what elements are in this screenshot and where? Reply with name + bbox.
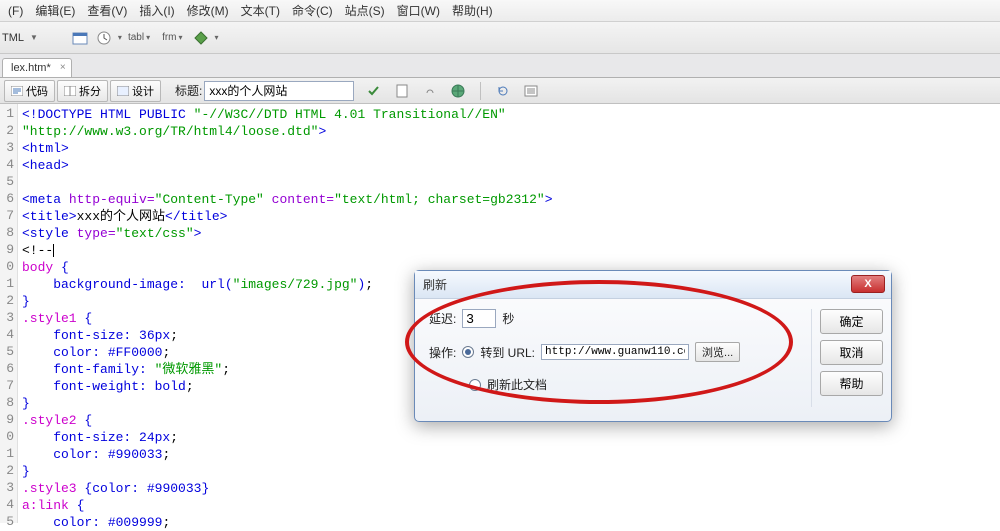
page-title-input[interactable]	[204, 81, 354, 101]
chevron-down-icon[interactable]: ▾	[215, 33, 219, 42]
dialog-titlebar[interactable]: 刷新	[415, 271, 891, 299]
goto-url-radio[interactable]	[462, 346, 474, 358]
seconds-label: 秒	[502, 310, 514, 327]
close-icon[interactable]: ×	[60, 62, 66, 73]
help-button[interactable]: 帮助	[820, 371, 883, 396]
globe-icon[interactable]	[449, 82, 467, 100]
menu-modify[interactable]: 修改(M)	[181, 2, 235, 19]
chevron-down-icon[interactable]: ▾	[118, 33, 122, 42]
chevron-down-icon[interactable]: ▼	[30, 33, 38, 42]
clock-icon[interactable]	[95, 29, 113, 47]
delay-input[interactable]	[462, 309, 496, 328]
refresh-dialog: 刷新 X 延迟: 秒 操作: 转到 URL: 浏览... 刷新此文档 确定	[414, 270, 892, 422]
design-view-button[interactable]: 设计	[110, 80, 161, 102]
browse-button[interactable]: 浏览...	[695, 342, 740, 362]
close-button[interactable]: X	[851, 275, 885, 293]
action-label: 操作:	[429, 344, 456, 361]
table-dropdown[interactable]: tabl▾	[128, 32, 150, 43]
menu-file[interactable]: (F)	[2, 4, 29, 18]
refresh-doc-radio[interactable]	[469, 379, 481, 391]
menu-commands[interactable]: 命令(C)	[286, 2, 339, 19]
tab-filename: lex.htm*	[11, 62, 51, 74]
menu-help[interactable]: 帮助(H)	[446, 2, 499, 19]
menu-bar: (F) 编辑(E) 查看(V) 插入(I) 修改(M) 文本(T) 命令(C) …	[0, 0, 1000, 22]
title-label: 标题:	[175, 82, 202, 99]
frame-dropdown[interactable]: frm▾	[162, 32, 182, 43]
insert-toolbar: TML ▼ ▾ tabl▾ frm▾ ▾	[0, 22, 1000, 54]
menu-edit[interactable]: 编辑(E)	[29, 2, 81, 19]
refresh-doc-label: 刷新此文档	[487, 376, 547, 393]
document-tabs: lex.htm* ×	[0, 54, 1000, 78]
goto-url-label: 转到 URL:	[480, 344, 535, 361]
calendar-icon[interactable]	[71, 29, 89, 47]
split-view-button[interactable]: 拆分	[57, 80, 108, 102]
delay-label: 延迟:	[429, 310, 456, 327]
refresh-icon[interactable]	[494, 82, 512, 100]
check-icon[interactable]	[365, 82, 383, 100]
menu-insert[interactable]: 插入(I)	[133, 2, 180, 19]
toolbar-category-label: TML	[2, 32, 24, 44]
separator	[480, 82, 481, 100]
close-icon: X	[864, 278, 871, 290]
code-view-button[interactable]: 代码	[4, 80, 55, 102]
link-icon[interactable]	[421, 82, 439, 100]
diamond-icon[interactable]	[192, 29, 210, 47]
menu-view[interactable]: 查看(V)	[81, 2, 133, 19]
menu-window[interactable]: 窗口(W)	[391, 2, 446, 19]
menu-text[interactable]: 文本(T)	[235, 2, 286, 19]
file-icon[interactable]	[393, 82, 411, 100]
url-input[interactable]	[541, 344, 689, 360]
view-toolbar: 代码 拆分 设计 标题:	[0, 78, 1000, 104]
tab-file[interactable]: lex.htm* ×	[2, 58, 72, 77]
list-icon[interactable]	[522, 82, 540, 100]
cancel-button[interactable]: 取消	[820, 340, 883, 365]
line-gutter: 1234567890123456789012345	[0, 104, 18, 523]
ok-button[interactable]: 确定	[820, 309, 883, 334]
menu-site[interactable]: 站点(S)	[339, 2, 391, 19]
dialog-title: 刷新	[423, 276, 447, 293]
